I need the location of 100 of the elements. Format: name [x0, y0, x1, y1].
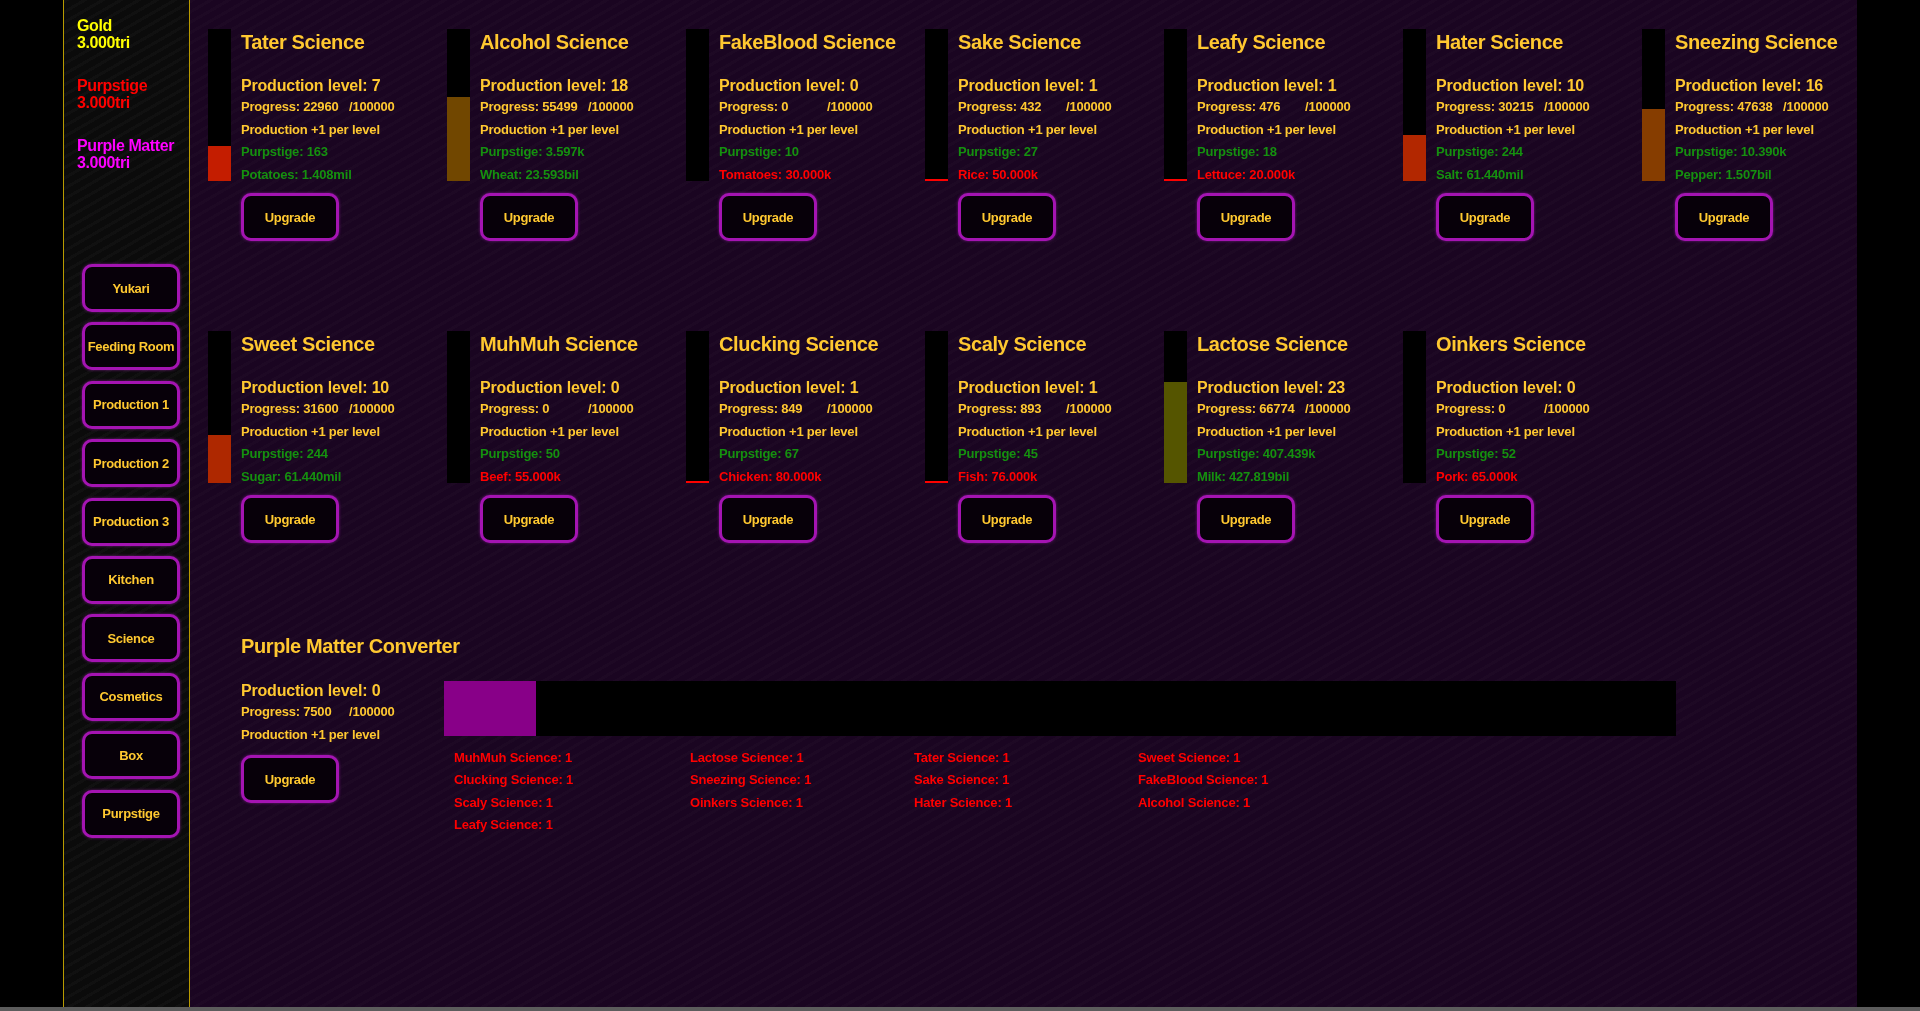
progress-value: Progress: 55499 [480, 98, 579, 116]
production-bonus: Production +1 per level [1197, 422, 1336, 441]
upgrade-button[interactable]: Upgrade [1436, 193, 1534, 241]
progress-value: Progress: 476 [1197, 98, 1282, 116]
progress-value: Progress: 22960 [241, 98, 340, 116]
production-level: Production level: 23 [1197, 378, 1346, 398]
nav-button[interactable]: Production 1 [82, 380, 180, 429]
nav-button[interactable]: Purpstige [82, 789, 180, 838]
science-title: Leafy Science [1197, 30, 1326, 55]
progress-max: /100000 [1783, 98, 1829, 116]
requirement-text: Sneezing Science: 1 [690, 771, 812, 790]
progress-max: /100000 [349, 98, 395, 116]
nav-button[interactable]: Kitchen [82, 555, 180, 604]
cost-text: Pork: 65.000k [1436, 467, 1518, 486]
production-level: Production level: 0 [719, 76, 859, 96]
progress-max: /100000 [827, 400, 873, 418]
requirement-text: MuhMuh Science: 1 [454, 749, 572, 767]
upgrade-button[interactable]: Upgrade [1197, 495, 1295, 543]
cost-text: Chicken: 80.000k [719, 467, 822, 486]
cost-text: Tomatoes: 30.000k [719, 165, 831, 184]
production-bonus: Production +1 per level [1436, 120, 1575, 139]
science-title: Alcohol Science [480, 30, 629, 55]
upgrade-button[interactable]: Upgrade [480, 193, 578, 241]
cost-text: Pepper: 1.507bil [1675, 165, 1772, 184]
science-title: FakeBlood Science [719, 30, 896, 55]
currency-label: Gold [77, 17, 113, 34]
production-bonus: Production +1 per level [480, 120, 619, 139]
upgrade-button[interactable]: Upgrade [241, 755, 339, 803]
upgrade-button[interactable]: Upgrade [958, 193, 1056, 241]
science-title: Lactose Science [1197, 332, 1348, 357]
progress-max: /100000 [1305, 400, 1351, 418]
production-level: Production level: 0 [241, 681, 381, 701]
upgrade-button[interactable]: Upgrade [958, 495, 1056, 543]
production-bonus: Production +1 per level [1197, 120, 1336, 139]
requirement-text: Tater Science: 1 [914, 749, 1010, 767]
purpstige-text: Purpstige: 67 [719, 445, 799, 463]
science-title: Hater Science [1436, 30, 1564, 55]
nav-button[interactable]: Box [82, 731, 180, 780]
upgrade-button[interactable]: Upgrade [1436, 495, 1534, 543]
upgrade-button[interactable]: Upgrade [241, 495, 339, 543]
requirement-text: Sake Science: 1 [914, 771, 1010, 790]
upgrade-button[interactable]: Upgrade [719, 495, 817, 543]
progress-value: Progress: 30215 [1436, 98, 1535, 116]
science-title: Sneezing Science [1675, 30, 1838, 55]
science-title: Scaly Science [958, 332, 1087, 357]
currency-value: 3.000tri [77, 94, 131, 111]
upgrade-button[interactable]: Upgrade [241, 193, 339, 241]
production-level: Production level: 1 [958, 378, 1098, 398]
requirement-text: Leafy Science: 1 [454, 815, 553, 834]
cost-text: Potatoes: 1.408mil [241, 165, 352, 184]
production-bonus: Production +1 per level [958, 120, 1097, 139]
upgrade-button[interactable]: Upgrade [1675, 193, 1773, 241]
cost-text: Wheat: 23.593bil [480, 165, 579, 184]
purpstige-text: Purpstige: 3.597k [480, 143, 585, 161]
currency-label: Purpstige [77, 77, 149, 94]
purpstige-text: Purpstige: 244 [1436, 143, 1523, 161]
nav-button[interactable]: Feeding Room [82, 322, 180, 371]
cost-text: Milk: 427.819bil [1197, 467, 1290, 486]
production-bonus: Production +1 per level [241, 725, 380, 744]
production-level: Production level: 1 [958, 76, 1098, 96]
currency-value: 3.000tri [77, 154, 131, 171]
progress-value: Progress: 0 [719, 98, 790, 116]
production-level: Production level: 10 [1436, 76, 1585, 96]
progress-max: /100000 [827, 98, 873, 116]
requirement-text: Scaly Science: 1 [454, 793, 553, 812]
purpstige-text: Purpstige: 50 [480, 445, 560, 463]
purpstige-text: Purpstige: 407.439k [1197, 445, 1316, 463]
nav-button[interactable]: Production 3 [82, 497, 180, 546]
production-bonus: Production +1 per level [480, 422, 619, 441]
progress-value: Progress: 7500 [241, 703, 333, 721]
requirement-text: Lactose Science: 1 [690, 749, 804, 767]
progress-max: /100000 [588, 98, 634, 116]
purpstige-text: Purpstige: 10 [719, 143, 799, 161]
requirement-text: Oinkers Science: 1 [690, 793, 803, 812]
upgrade-button[interactable]: Upgrade [1197, 193, 1295, 241]
currency-value: 3.000tri [77, 34, 131, 51]
science-title: Sweet Science [241, 332, 375, 357]
production-level: Production level: 1 [719, 378, 859, 398]
progress-max: /100000 [349, 400, 395, 418]
purpstige-text: Purpstige: 18 [1197, 143, 1277, 161]
upgrade-button[interactable]: Upgrade [480, 495, 578, 543]
production-bonus: Production +1 per level [719, 422, 858, 441]
cost-text: Beef: 55.000k [480, 467, 561, 486]
nav-button[interactable]: Yukari [82, 264, 180, 312]
upgrade-button[interactable]: Upgrade [719, 193, 817, 241]
nav-button[interactable]: Cosmetics [82, 672, 180, 721]
science-title: Sake Science [958, 30, 1082, 55]
requirement-text: Alcohol Science: 1 [1138, 793, 1250, 812]
nav-button[interactable]: Science [82, 614, 180, 663]
production-bonus: Production +1 per level [1436, 422, 1575, 441]
currency-label: Purple Matter [77, 137, 176, 154]
production-bonus: Production +1 per level [1675, 120, 1814, 139]
nav-button[interactable]: Production 2 [82, 439, 180, 488]
science-title: Oinkers Science [1436, 332, 1586, 357]
progress-value: Progress: 849 [719, 400, 804, 418]
science-title: MuhMuh Science [480, 332, 638, 357]
progress-value: Progress: 893 [958, 400, 1043, 418]
cost-text: Salt: 61.440mil [1436, 165, 1524, 184]
requirement-text: Clucking Science: 1 [454, 771, 574, 790]
production-level: Production level: 10 [241, 378, 390, 398]
